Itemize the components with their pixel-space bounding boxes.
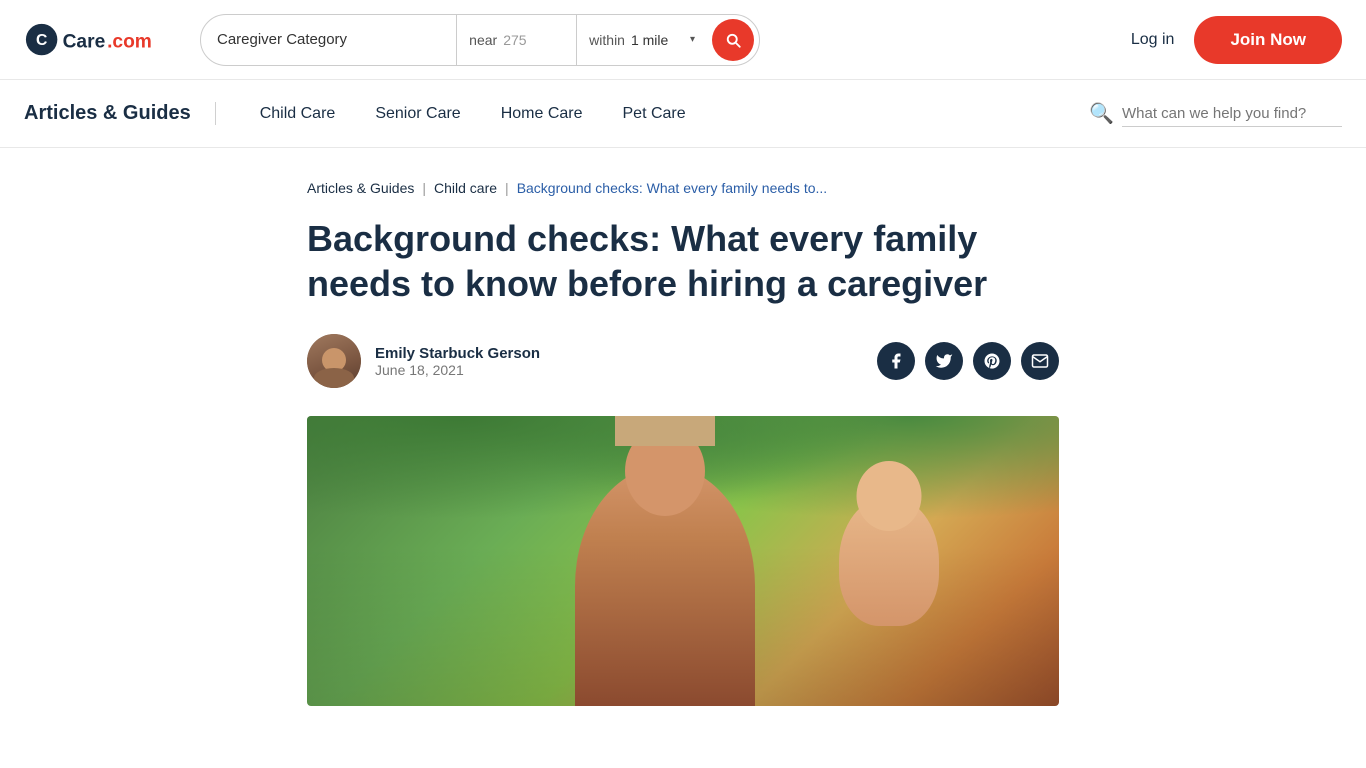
avatar <box>307 334 361 388</box>
top-nav: C Care .com Caregiver Category Child Car… <box>0 0 1366 80</box>
join-button[interactable]: Join Now <box>1194 16 1342 64</box>
article-hero-image <box>307 416 1059 706</box>
distance-select[interactable]: 1 mile 5 miles 10 miles 25 miles <box>631 32 684 48</box>
avatar-image <box>307 334 361 388</box>
author-info: Emily Starbuck Gerson June 18, 2021 <box>307 334 540 388</box>
facebook-icon <box>887 352 905 370</box>
section-title: Articles & Guides <box>24 102 216 125</box>
near-field: near <box>457 15 577 65</box>
zip-input[interactable] <box>503 32 563 48</box>
search-icon: 🔍 <box>1089 101 1114 126</box>
author-row: Emily Starbuck Gerson June 18, 2021 <box>307 334 1059 388</box>
logo[interactable]: C Care .com <box>24 16 184 64</box>
chevron-down-icon: ▾ <box>690 34 695 45</box>
within-field: within 1 mile 5 miles 10 miles 25 miles … <box>577 15 707 65</box>
breadcrumb-sep-2: | <box>505 180 509 196</box>
near-label: near <box>469 32 497 48</box>
facebook-share-button[interactable] <box>877 342 915 380</box>
search-bar: Caregiver Category Child Care Senior Car… <box>200 14 760 66</box>
author-name: Emily Starbuck Gerson <box>375 345 540 362</box>
nav-link-homecare[interactable]: Home Care <box>481 105 603 123</box>
breadcrumb-sep-1: | <box>422 180 426 196</box>
pinterest-share-button[interactable] <box>973 342 1011 380</box>
twitter-icon <box>935 352 953 370</box>
twitter-share-button[interactable] <box>925 342 963 380</box>
svg-text:.com: .com <box>107 31 152 52</box>
pinterest-icon <box>983 352 1001 370</box>
nav-actions: Log in Join Now <box>1131 16 1342 64</box>
breadcrumb: Articles & Guides | Child care | Backgro… <box>307 180 1059 196</box>
login-button[interactable]: Log in <box>1131 31 1175 49</box>
within-label: within <box>589 32 625 48</box>
svg-text:Care: Care <box>63 31 106 52</box>
search-icon <box>724 31 742 49</box>
breadcrumb-childcare[interactable]: Child care <box>434 180 497 196</box>
email-icon <box>1031 352 1049 370</box>
nav-link-childcare[interactable]: Child Care <box>240 105 356 123</box>
secondary-search: 🔍 <box>1089 101 1342 127</box>
svg-text:C: C <box>36 31 47 48</box>
search-button[interactable] <box>712 19 754 61</box>
article-title: Background checks: What every family nee… <box>307 216 1059 306</box>
author-text: Emily Starbuck Gerson June 18, 2021 <box>375 345 540 378</box>
social-share-icons <box>877 342 1059 380</box>
article-date: June 18, 2021 <box>375 362 540 378</box>
category-nav: Child Care Senior Care Home Care Pet Car… <box>216 105 1089 123</box>
secondary-search-input[interactable] <box>1122 101 1342 127</box>
image-person1 <box>575 466 755 706</box>
nav-link-petcare[interactable]: Pet Care <box>603 105 706 123</box>
article-area: Articles & Guides | Child care | Backgro… <box>283 148 1083 738</box>
nav-link-seniorcare[interactable]: Senior Care <box>355 105 480 123</box>
breadcrumb-current: Background checks: What every family nee… <box>517 180 827 196</box>
email-share-button[interactable] <box>1021 342 1059 380</box>
breadcrumb-articles[interactable]: Articles & Guides <box>307 180 414 196</box>
category-select[interactable]: Caregiver Category Child Care Senior Car… <box>217 31 440 48</box>
image-child <box>839 496 939 626</box>
secondary-nav: Articles & Guides Child Care Senior Care… <box>0 80 1366 148</box>
category-dropdown[interactable]: Caregiver Category Child Care Senior Car… <box>201 15 457 65</box>
